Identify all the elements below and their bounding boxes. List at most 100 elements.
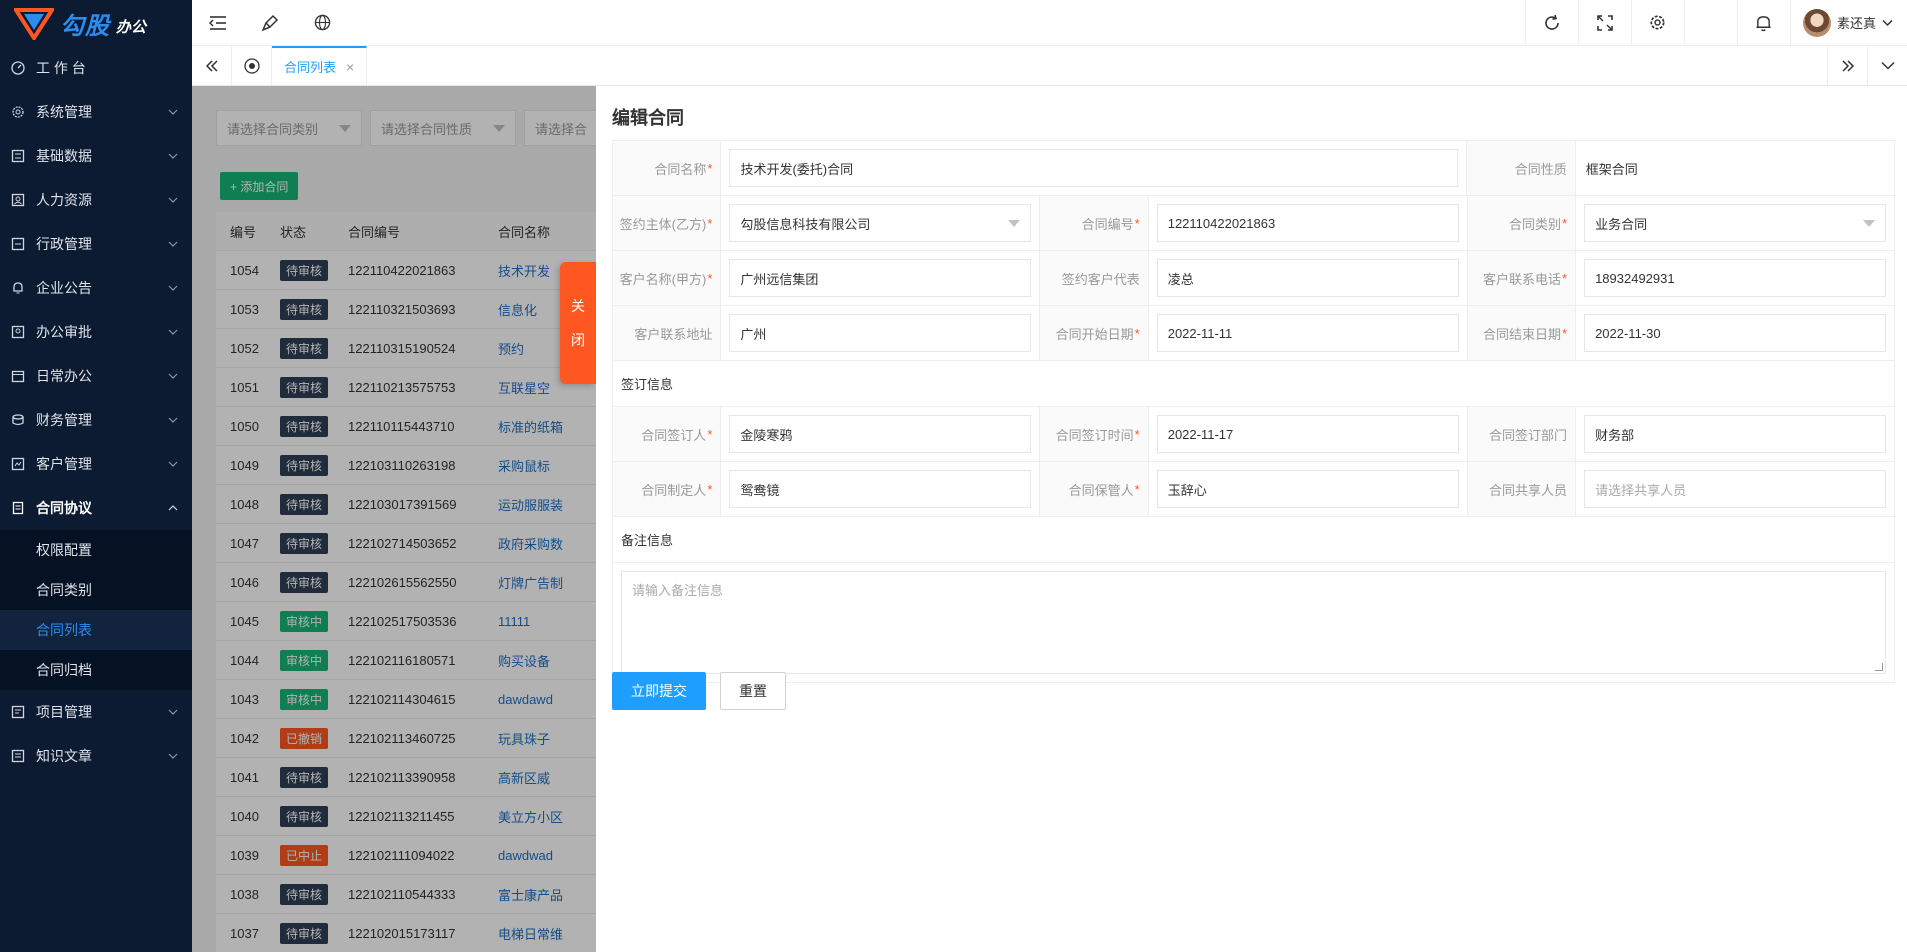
sidebar-item-finance[interactable]: 财务管理 xyxy=(0,398,192,442)
empty-toolbar-slot xyxy=(1683,0,1737,46)
contract-submenu: 权限配置 合同类别 合同列表 合同归档 xyxy=(0,530,192,690)
maker-input[interactable]: 鸳鸯镜 xyxy=(729,470,1032,508)
sidebar-item-label: 工 作 台 xyxy=(36,60,86,76)
chevron-down-icon xyxy=(168,461,178,467)
share-input[interactable]: 请选择共享人员 xyxy=(1584,470,1887,508)
sidebar-sub-permission[interactable]: 权限配置 xyxy=(0,530,192,570)
sidebar-item-label: 系统管理 xyxy=(36,104,92,120)
database-icon xyxy=(10,148,26,164)
remark-cell: 请输入备注信息 xyxy=(613,563,1895,683)
sidebar-item-hr[interactable]: 人力资源 xyxy=(0,178,192,222)
sidebar-item-customer[interactable]: 客户管理 xyxy=(0,442,192,486)
maker-cell: 鸳鸯镜 xyxy=(721,462,1041,516)
sidebar-item-label: 财务管理 xyxy=(36,412,92,428)
contract-nature-value: 框架合同 xyxy=(1576,141,1895,195)
sidebar-item-contract[interactable]: 合同协议 xyxy=(0,486,192,530)
sidebar-item-label: 基础数据 xyxy=(36,148,92,164)
tab-scroll-right-icon[interactable] xyxy=(1827,45,1867,86)
submit-button[interactable]: 立即提交 xyxy=(612,672,706,710)
label-contract-code: 合同编号 * xyxy=(1040,196,1149,250)
sidebar-item-label: 项目管理 xyxy=(36,704,92,720)
start-date-cell: 2022-11-11 xyxy=(1149,306,1468,360)
sign-dept-input[interactable]: 财务部 xyxy=(1584,415,1887,453)
section-sign-info: 签订信息 xyxy=(613,361,1895,407)
sidebar-item-approval[interactable]: 办公审批 xyxy=(0,310,192,354)
label-end-date: 合同结束日期 * xyxy=(1467,306,1577,360)
sidebar-item-system[interactable]: 系统管理 xyxy=(0,90,192,134)
form-row: 客户名称(甲方) * 广州远信集团 签约客户代表 凌总 客户联系电话 * 18932… xyxy=(613,251,1896,306)
chevron-down-icon xyxy=(168,709,178,715)
tab-label: 合同列表 xyxy=(284,60,337,75)
tab-scroll-left-icon[interactable] xyxy=(192,45,232,86)
tab-menu-chevron-icon[interactable] xyxy=(1867,45,1907,86)
sidebar-sub-contract-list[interactable]: 合同列表 xyxy=(0,610,192,650)
form-row: 合同签订人 * 金陵寒鸦 合同签订时间 * 2022-11-17 合同签订部门 财务… xyxy=(613,407,1896,462)
brush-icon[interactable] xyxy=(244,0,296,46)
sidebar-item-admin[interactable]: 行政管理 xyxy=(0,222,192,266)
sidebar-sub-category[interactable]: 合同类别 xyxy=(0,570,192,610)
customer-address-input[interactable]: 广州 xyxy=(729,314,1032,352)
sidebar-item-notice[interactable]: 企业公告 xyxy=(0,266,192,310)
contract-code-input[interactable]: 122110422021863 xyxy=(1156,204,1459,242)
sidebar-item-label: 知识文章 xyxy=(36,748,92,764)
end-date-cell: 2022-11-30 xyxy=(1576,306,1896,360)
customer-phone-input[interactable]: 18932492931 xyxy=(1584,259,1887,297)
keeper-input[interactable]: 玉辞心 xyxy=(1156,470,1459,508)
notification-bell-icon[interactable] xyxy=(1736,0,1790,46)
signer-input[interactable]: 金陵寒鸦 xyxy=(729,415,1032,453)
end-date-input[interactable]: 2022-11-30 xyxy=(1584,314,1887,352)
customer-cell: 广州远信集团 xyxy=(721,251,1041,305)
contract-name-cell: 技术开发(委托)合同 xyxy=(721,141,1468,195)
tab-close-icon[interactable]: × xyxy=(346,59,354,75)
close-panel-button[interactable]: 关 闭 xyxy=(560,262,596,384)
sidebar-sub-archive[interactable]: 合同归档 xyxy=(0,650,192,690)
top-bar: 素还真 xyxy=(192,0,1907,46)
signer-cell: 金陵寒鸦 xyxy=(721,407,1041,461)
tab-contract-list[interactable]: 合同列表 × xyxy=(272,45,368,86)
user-icon xyxy=(10,192,26,208)
sidebar-item-dashboard[interactable]: 工 作 台 xyxy=(0,46,192,90)
settings-gear-icon[interactable] xyxy=(1630,0,1684,46)
label-contract-name: 合同名称 * xyxy=(613,141,722,195)
resize-handle-icon[interactable] xyxy=(1875,663,1883,671)
sidebar-item-article[interactable]: 知识文章 xyxy=(0,734,192,778)
form-row: 客户联系地址 广州 合同开始日期 * 2022-11-11 合同结束日期 * 202… xyxy=(613,306,1896,361)
sidebar-item-project[interactable]: 项目管理 xyxy=(0,690,192,734)
sidebar-item-basic-data[interactable]: 基础数据 xyxy=(0,134,192,178)
remark-textarea[interactable]: 请输入备注信息 xyxy=(621,571,1886,674)
sidebar-item-label: 企业公告 xyxy=(36,280,92,296)
contract-type-cell: 业务合同 xyxy=(1576,196,1896,250)
party-select[interactable]: 勾股信息科技有限公司 xyxy=(729,204,1032,242)
user-name: 素还真 xyxy=(1836,16,1876,31)
chevron-down-icon xyxy=(168,329,178,335)
gear-icon xyxy=(10,104,26,120)
contract-type-select[interactable]: 业务合同 xyxy=(1584,204,1887,242)
customer-rep-input[interactable]: 凌总 xyxy=(1156,259,1459,297)
label-maker: 合同制定人 * xyxy=(613,462,722,516)
sidebar-item-label: 行政管理 xyxy=(36,236,92,252)
label-party: 签约主体(乙方) * xyxy=(613,196,722,250)
chevron-up-icon xyxy=(168,505,178,511)
reset-button[interactable]: 重置 xyxy=(720,672,786,710)
refresh-icon[interactable] xyxy=(1524,0,1578,46)
user-menu[interactable]: 素还真 xyxy=(1789,0,1907,46)
contract-type-value: 业务合同 xyxy=(1595,216,1648,232)
home-tab-icon[interactable] xyxy=(232,45,272,86)
fullscreen-icon[interactable] xyxy=(1577,0,1631,46)
chevron-down-icon xyxy=(168,753,178,759)
sidebar-item-label: 合同协议 xyxy=(36,500,92,516)
label-sign-dept: 合同签订部门 xyxy=(1467,407,1577,461)
contract-name-input[interactable]: 技术开发(委托)合同 xyxy=(729,149,1459,187)
customer-icon xyxy=(10,456,26,472)
label-customer-address: 客户联系地址 xyxy=(613,306,722,360)
globe-icon[interactable] xyxy=(296,0,348,46)
sign-time-input[interactable]: 2022-11-17 xyxy=(1156,415,1459,453)
label-sign-time: 合同签订时间 * xyxy=(1040,407,1149,461)
menu-toggle-icon[interactable] xyxy=(192,0,244,46)
customer-input[interactable]: 广州远信集团 xyxy=(729,259,1032,297)
modal-overlay[interactable] xyxy=(192,86,596,952)
chevron-down-icon xyxy=(168,285,178,291)
sidebar-item-label: 办公审批 xyxy=(36,324,92,340)
sidebar-item-daily[interactable]: 日常办公 xyxy=(0,354,192,398)
start-date-input[interactable]: 2022-11-11 xyxy=(1156,314,1459,352)
